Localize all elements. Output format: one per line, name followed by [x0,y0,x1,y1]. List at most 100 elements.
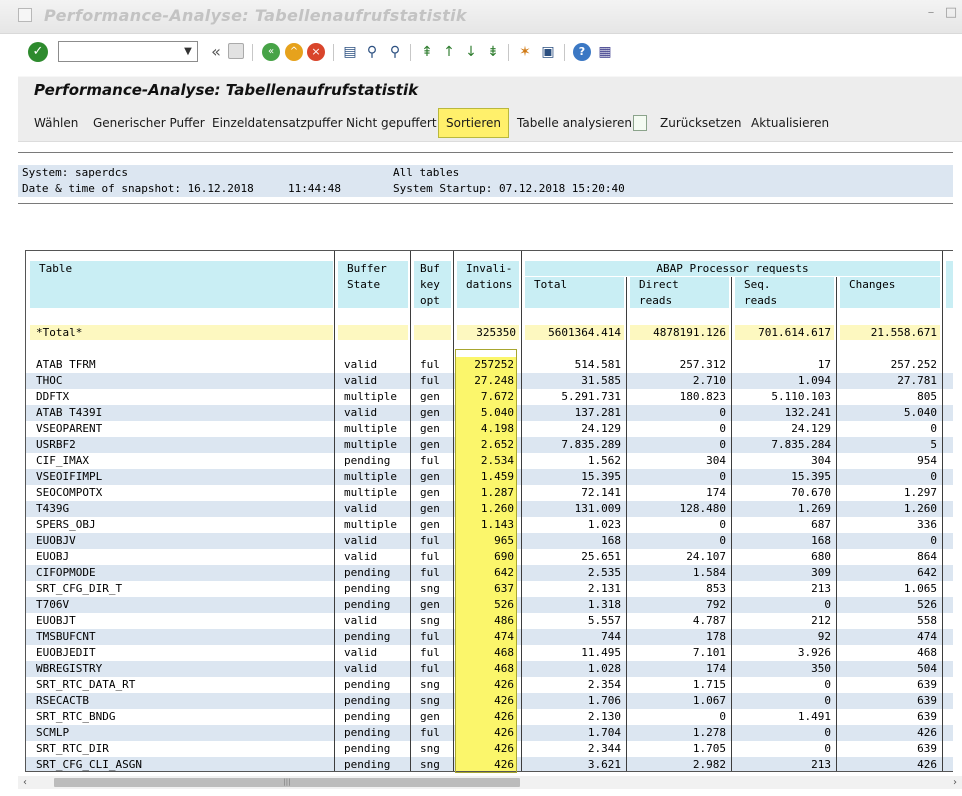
table-row[interactable]: T439G valid gen 1.260 131.009 128.480 1.269 1.2… [26,501,953,517]
header-next-column [946,261,953,308]
table-row[interactable]: VSEOIFIMPL multiple gen 1.459 15.395 0 15.395 0 [26,469,953,485]
cell-buf-key-opt: ful [420,454,440,467]
table-row[interactable]: SPERS_OBJ multiple gen 1.143 1.023 0 687 336 [26,517,953,533]
nicht-gepuffert-button[interactable]: Nicht gepuffert [339,108,444,138]
help-icon[interactable]: ? [573,43,591,61]
zuruecksetzen-button[interactable]: Zurücksetzen [653,108,749,138]
header-buffer-state[interactable]: Buffer State [338,261,408,308]
cell-table: SCMLP [36,726,70,739]
cell-total: 24.129 [581,422,621,435]
cell-changes: 639 [917,694,937,707]
print-icon[interactable]: ▤ [341,43,359,61]
find-next-icon[interactable]: ⚲ [386,43,404,61]
cell-total: 15.395 [581,470,621,483]
cell-seq-reads: 1.491 [797,710,831,723]
cell-seq-reads: 17 [817,358,831,371]
table-row[interactable]: CIF_IMAX pending ful 2.534 1.562 304 304 954 [26,453,953,469]
exit-icon[interactable]: ^ [285,43,303,61]
header-seq-reads[interactable]: Seq. reads [735,277,834,308]
table-row[interactable]: USRBF2 multiple gen 2.652 7.835.289 0 7.835.28… [26,437,953,453]
cell-changes: 336 [917,518,937,531]
cell-buf-key-opt: sng [420,614,440,627]
table-row[interactable]: THOC valid ful 27.248 31.585 2.710 1.094 27.781 [26,373,953,389]
cell-invalidations: 1.260 [455,501,517,517]
table-row[interactable]: WBREGISTRY valid ful 468 1.028 174 350 504 [26,661,953,677]
table-row[interactable]: SRT_CFG_DIR_T pending sng 637 2.131 853 213 1.0… [26,581,953,597]
header-invalidations[interactable]: Invali-dations [457,261,519,308]
tabelle-analysieren-button[interactable]: Tabelle analysieren [510,108,639,138]
table-row[interactable]: TMSBUFCNT pending ful 474 744 178 92 474 [26,629,953,645]
header-direct-reads[interactable]: Direct reads [630,277,729,308]
table-row[interactable]: EUOBJEDIT valid ful 468 11.495 7.101 3.926 468 [26,645,953,661]
chevron-down-icon[interactable]: ▼ [181,43,195,60]
table-row[interactable]: SRT_CFG_CLI_ASGN pending sng 426 3.621 2.982 2… [26,757,953,771]
generischer-puffer-button[interactable]: Generischer Puffer [86,108,212,138]
scroll-left-icon[interactable]: ‹ [18,776,32,789]
next-page-icon[interactable]: ↓ [462,43,480,61]
cell-invalidations: 474 [455,629,517,645]
previous-page-icon[interactable]: ↑ [440,43,458,61]
table-row[interactable]: VSEOPARENT multiple gen 4.198 24.129 0 24.129 0 [26,421,953,437]
cell-table: RSECACTB [36,694,89,707]
table-row[interactable]: RSECACTB pending sng 426 1.706 1.067 0 639 [26,693,953,709]
table-row[interactable]: ATAB TFRM valid ful 257252 514.581 257.312 17 2… [26,357,953,373]
find-icon[interactable]: ⚲ [363,43,381,61]
save-icon[interactable] [228,43,244,59]
header-buf-key-opt[interactable]: Buf key opt [414,261,451,308]
back-icon[interactable]: « [262,43,280,61]
cell-seq-reads: 0 [824,726,831,739]
cell-buf-key-opt: sng [420,742,440,755]
einzeldatensatzpuffer-button[interactable]: Einzeldatensatzpuffer [205,108,350,138]
cell-changes: 1.297 [903,486,937,499]
sortieren-button[interactable]: Sortieren [438,108,509,138]
scrollbar-thumb[interactable]: ||| [54,778,520,787]
table-row[interactable]: CIFOPMODE pending ful 642 2.535 1.584 309 642 [26,565,953,581]
table-row[interactable]: EUOBJ valid ful 690 25.651 24.107 680 864 [26,549,953,565]
cell-changes: 558 [917,614,937,627]
header-total[interactable]: Total [525,277,624,308]
cell-buffer-state: valid [344,502,378,515]
cell-buf-key-opt: ful [420,726,440,739]
collapse-icon[interactable]: « [207,43,225,61]
cell-table: SRT_CFG_DIR_T [36,582,123,595]
enter-icon[interactable]: ✓ [28,42,48,62]
cell-buffer-state: valid [344,550,378,563]
header-table[interactable]: Table [30,261,333,308]
cell-total: 2.344 [587,742,621,755]
header-changes[interactable]: Changes [840,277,940,308]
cell-direct-reads: 180.823 [679,390,726,403]
table-row[interactable]: SRT_RTC_BNDG pending gen 426 2.130 0 1.491 639 [26,709,953,725]
table-row[interactable]: EUOBJV valid ful 965 168 0 168 0 [26,533,953,549]
cancel-icon[interactable]: × [307,43,325,61]
minimize-button[interactable]: – [924,4,938,22]
table-row[interactable]: SEOCOMPOTX multiple gen 1.287 72.141 174 70.67… [26,485,953,501]
table-row[interactable]: SCMLP pending ful 426 1.704 1.278 0 426 [26,725,953,741]
cell-table: USRBF2 [36,438,76,451]
aktualisieren-button[interactable]: Aktualisieren [744,108,836,138]
first-page-icon[interactable]: ⇞ [418,43,436,61]
cell-buffer-state: valid [344,358,378,371]
cell-direct-reads: 2.710 [692,374,726,387]
table-row[interactable]: ATAB T439I valid gen 5.040 137.281 0 132.241 5.… [26,405,953,421]
cell-total: 7.835.289 [561,438,621,451]
cell-invalidations: 426 [455,725,517,741]
table-row[interactable]: DDFTX multiple gen 7.672 5.291.731 180.823 5.1… [26,389,953,405]
table-row[interactable]: T706V pending gen 526 1.318 792 0 526 [26,597,953,613]
header-abap-processor-requests: ABAP Processor requests [525,261,940,276]
cell-table: DDFTX [36,390,70,403]
shortcut-icon[interactable]: ▣ [539,43,557,61]
restore-button[interactable]: □ [944,4,958,22]
waehlen-button[interactable]: Wählen [27,108,85,138]
command-field[interactable]: ▼ [58,41,198,62]
document-reset-icon[interactable] [633,115,647,131]
table-row[interactable]: EUOBJT valid sng 486 5.557 4.787 212 558 [26,613,953,629]
cell-table: WBREGISTRY [36,662,103,675]
horizontal-scrollbar[interactable]: ‹ ||| › [18,776,962,789]
last-page-icon[interactable]: ⇟ [484,43,502,61]
cell-seq-reads: 350 [811,662,831,675]
table-row[interactable]: SRT_RTC_DIR pending sng 426 2.344 1.705 0 639 [26,741,953,757]
new-session-icon[interactable]: ✶ [516,43,534,61]
table-row[interactable]: SRT_RTC_DATA_RT pending sng 426 2.354 1.715 0 6… [26,677,953,693]
scroll-right-icon[interactable]: › [948,776,962,789]
customize-layout-icon[interactable]: ▦ [596,43,614,61]
